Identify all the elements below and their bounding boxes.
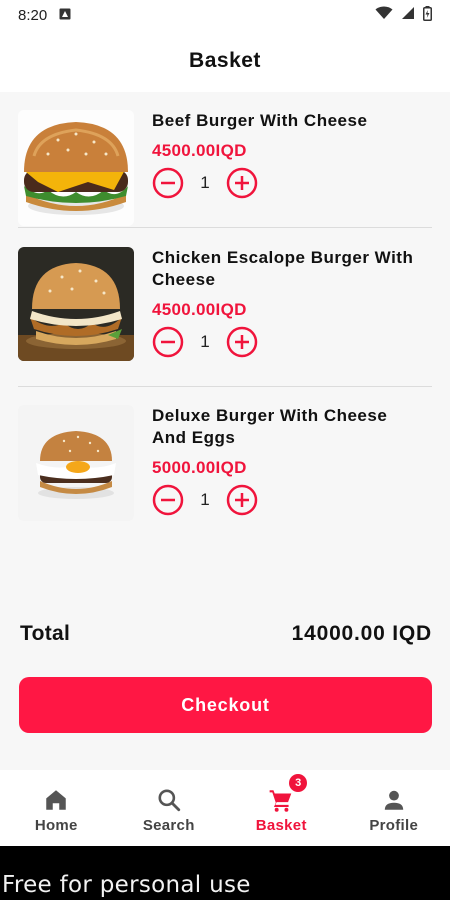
decrease-quantity-button[interactable] — [152, 326, 184, 358]
cart-count-badge: 3 — [289, 774, 308, 792]
status-time: 8:20 — [18, 6, 48, 24]
increase-quantity-button[interactable] — [226, 167, 258, 199]
total-label: Total — [20, 622, 71, 645]
plus-circle-icon — [226, 484, 258, 516]
item-info: Chicken Escalope Burger With Cheese 4500… — [152, 247, 422, 405]
quantity-stepper: 1 — [152, 167, 422, 199]
decrease-quantity-button[interactable] — [152, 484, 184, 516]
watermark-bar: Free for personal use — [0, 846, 450, 900]
basket-item: Deluxe Burger With Cheese And Eggs 5000.… — [18, 405, 432, 563]
item-info: Beef Burger With Cheese 4500.00IQD 1 — [152, 110, 422, 268]
minus-circle-icon — [152, 326, 184, 358]
home-icon — [46, 789, 66, 810]
checkout-label: Checkout — [181, 694, 270, 715]
item-price: 4500.00IQD — [152, 300, 247, 319]
basket-item: Chicken Escalope Burger With Cheese 4500… — [18, 247, 432, 405]
nav-label-profile: Profile — [369, 816, 419, 834]
quantity-value: 1 — [200, 332, 210, 351]
item-price: 5000.00IQD — [152, 458, 247, 477]
search-icon — [158, 788, 180, 811]
cart-icon — [269, 789, 292, 812]
basket-item: Beef Burger With Cheese 4500.00IQD 1 — [18, 110, 432, 268]
minus-circle-icon — [152, 167, 184, 199]
deluxe-burger-image — [18, 405, 134, 521]
nav-item-basket[interactable]: 3 Basket — [225, 770, 338, 846]
minus-circle-icon — [152, 484, 184, 516]
quantity-value: 1 — [200, 490, 210, 509]
item-info: Deluxe Burger With Cheese And Eggs 5000.… — [152, 405, 422, 563]
total-value: 14000.00 IQD — [291, 622, 432, 645]
battery-icon — [423, 5, 432, 25]
item-price: 4500.00IQD — [152, 141, 247, 160]
divider — [18, 227, 432, 228]
plus-circle-icon — [226, 167, 258, 199]
item-name: Chicken Escalope Burger With Cheese — [152, 248, 414, 289]
watermark-text: Free for personal use — [2, 872, 251, 898]
divider — [18, 386, 432, 387]
nav-item-profile[interactable]: Profile — [338, 770, 450, 846]
app-header: Basket — [0, 30, 450, 92]
signal-icon — [401, 6, 415, 24]
page-title: Basket — [189, 49, 261, 72]
decrease-quantity-button[interactable] — [152, 167, 184, 199]
nav-item-search[interactable]: Search — [113, 770, 226, 846]
plus-circle-icon — [226, 326, 258, 358]
status-left: 8:20 — [18, 7, 71, 24]
person-icon — [384, 790, 403, 810]
bottom-nav: Home Search 3 Basket Profile — [0, 770, 450, 846]
increase-quantity-button[interactable] — [226, 326, 258, 358]
item-name: Beef Burger With Cheese — [152, 111, 368, 130]
quantity-stepper: 1 — [152, 326, 422, 358]
quantity-stepper: 1 — [152, 484, 422, 516]
nav-label-search: Search — [142, 816, 195, 834]
total-row: Total 14000.00 IQD — [20, 622, 432, 646]
beef-burger-image — [18, 110, 134, 226]
status-bar: 8:20 — [0, 0, 450, 30]
wifi-icon — [375, 6, 393, 24]
increase-quantity-button[interactable] — [226, 484, 258, 516]
item-name: Deluxe Burger With Cheese And Eggs — [152, 406, 388, 447]
nav-label-basket: Basket — [255, 816, 307, 834]
nav-item-home[interactable]: Home — [0, 770, 113, 846]
notification-icon — [59, 7, 71, 24]
nav-label-home: Home — [34, 816, 78, 834]
chicken-burger-image — [18, 247, 134, 361]
quantity-value: 1 — [200, 173, 210, 192]
checkout-button[interactable]: Checkout — [19, 677, 432, 733]
status-right — [375, 5, 432, 25]
